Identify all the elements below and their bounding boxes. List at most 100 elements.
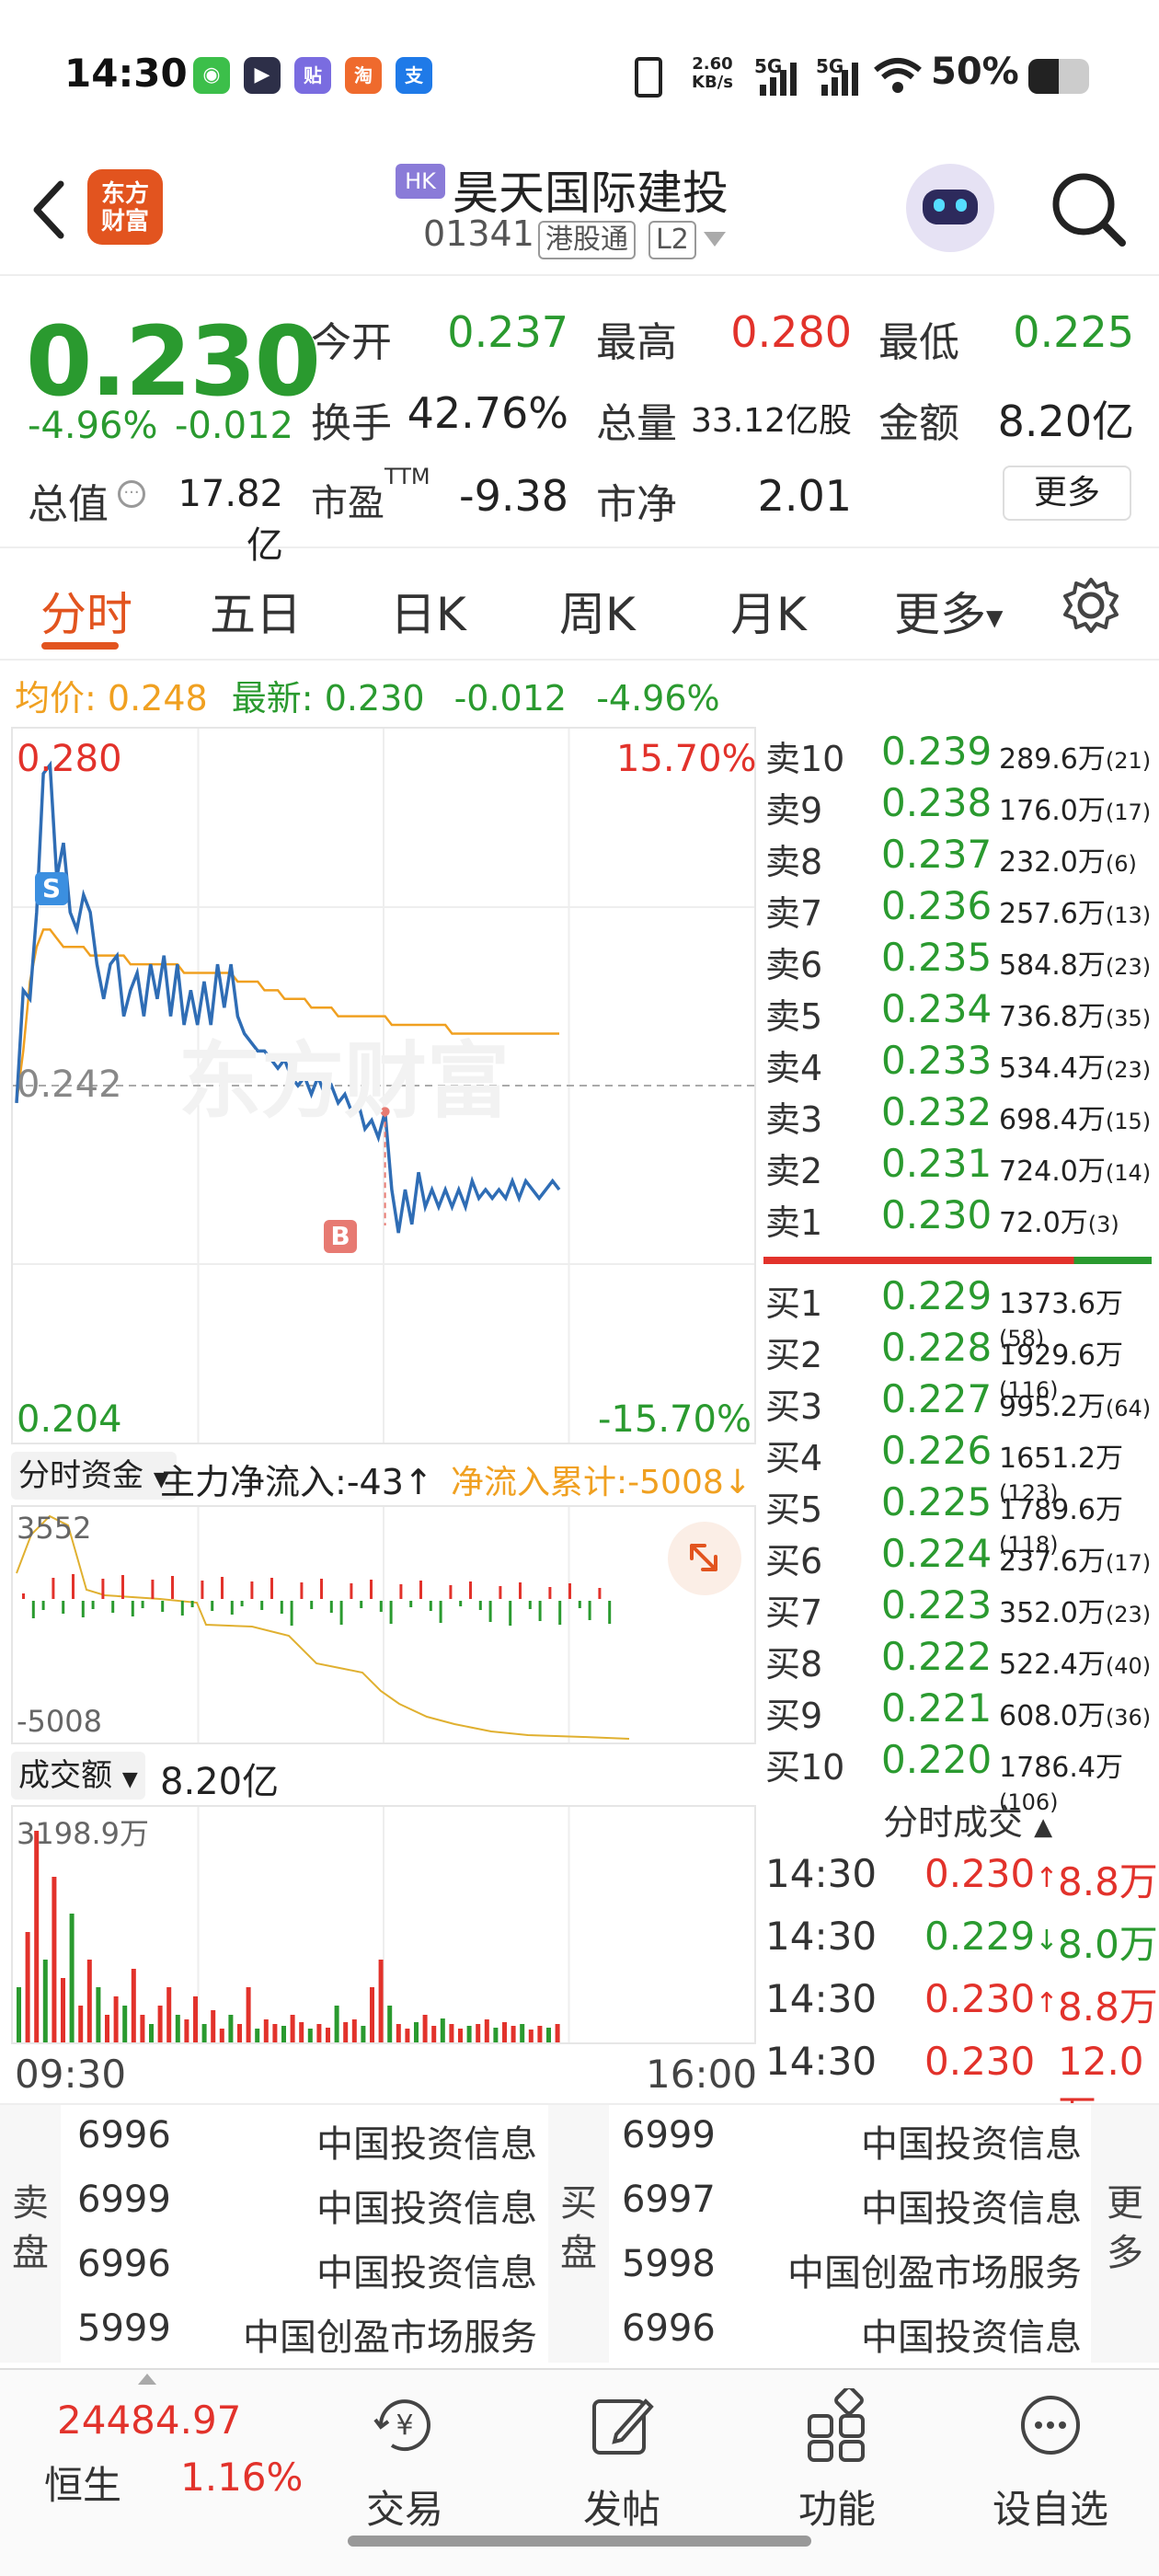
buy-broker-row[interactable]: 6996 中国投资信息	[622, 2298, 1082, 2363]
sell-marker[interactable]: S	[35, 872, 68, 905]
broker-code: 6996	[622, 2307, 716, 2350]
buy-broker-row[interactable]: 6999 中国投资信息	[622, 2105, 1082, 2169]
y-axis-max: 0.280	[17, 738, 122, 780]
trade-ticks-title[interactable]: 分时成交 ▲	[883, 1794, 1052, 1845]
expand-icon[interactable]	[668, 1522, 741, 1595]
tab-weekly-k[interactable]: 周K	[559, 578, 636, 644]
bid-price: 0.223	[881, 1582, 993, 1627]
volume-chart[interactable]: 3198.9万	[11, 1805, 756, 2044]
fund-flow-dropdown[interactable]: 分时资金 ▼	[11, 1452, 177, 1500]
ask-level-label: 卖10	[765, 739, 845, 779]
order-book-bid-row[interactable]: 买3 0.227 995.2万(64)	[763, 1374, 1159, 1427]
index-name: 恒生	[44, 2463, 122, 2508]
order-book-bid-row[interactable]: 买6 0.224 237.6万(17)	[763, 1529, 1159, 1581]
nav-add-watchlist[interactable]: 设自选	[977, 2388, 1124, 2535]
sell-broker-row[interactable]: 6996 中国投资信息	[77, 2234, 537, 2298]
volume-bar	[34, 1831, 40, 2042]
order-book-ask-row[interactable]: 卖10 0.239 289.6万(21)	[763, 727, 1159, 779]
buy-marker[interactable]: B	[324, 1220, 357, 1253]
settings-gear-icon[interactable]	[1060, 574, 1122, 637]
ask-price: 0.239	[881, 729, 993, 774]
bid-volume-value: 1789.6万	[999, 1494, 1123, 1526]
trade-row: 14:300.23012.0万	[763, 2039, 1159, 2137]
sell-broker-row[interactable]: 6996 中国投资信息	[77, 2105, 537, 2169]
sell-broker-row[interactable]: 6999 中国投资信息	[77, 2169, 537, 2234]
order-book-bid-row[interactable]: 买8 0.222 522.4万(40)	[763, 1632, 1159, 1685]
taobao-icon: 淘	[345, 57, 382, 94]
volume-bar	[228, 2015, 234, 2042]
info-icon[interactable]: ···	[118, 480, 145, 508]
index-ticker[interactable]: 24484.97 恒生 1.16%	[37, 2370, 303, 2554]
y-axis-min: 0.204	[17, 1398, 122, 1441]
trade-price-value: 0.229	[924, 1914, 1036, 1959]
order-book-bid-row[interactable]: 买2 0.228 1929.6万(116)	[763, 1323, 1159, 1403]
order-book-ask-row[interactable]: 卖9 0.238 176.0万(17)	[763, 778, 1159, 831]
bid-volume: 522.4万(40)	[999, 1641, 1151, 1682]
tab-monthly-k[interactable]: 月K	[730, 578, 807, 644]
ask-volume-value: 724.0万	[999, 1156, 1106, 1188]
order-book-ask-row[interactable]: 卖1 0.230 72.0万(3)	[763, 1190, 1159, 1243]
bid-order-count: (40)	[1105, 1653, 1152, 1679]
order-book-bid-row[interactable]: 买5 0.225 1789.6万(118)	[763, 1478, 1159, 1558]
period-tabs: 分时 五日 日K 周K 月K 更多▼	[0, 550, 1159, 661]
intraday-chart[interactable]: 东方财富 0.280 15.70% 0.242 0.204 -15.70% S …	[11, 727, 757, 1444]
trade-price-value: 0.230	[924, 2039, 1036, 2084]
buy-broker-row[interactable]: 5998 中国创盈市场服务	[622, 2234, 1082, 2298]
bid-price: 0.227	[881, 1376, 993, 1421]
broker-more-button[interactable]: 更多	[1091, 2105, 1159, 2363]
order-book-bid-row[interactable]: 买9 0.221 608.0万(36)	[763, 1684, 1159, 1736]
order-book-bid-row[interactable]: 买7 0.223 352.0万(23)	[763, 1581, 1159, 1633]
order-book-ask-row[interactable]: 卖6 0.235 584.8万(23)	[763, 933, 1159, 985]
volume-bar	[149, 2024, 154, 2042]
order-book-bid-row[interactable]: 买10 0.220 1786.4万(106)	[763, 1735, 1159, 1815]
fund-flow-bar	[151, 1580, 155, 1599]
sell-broker-row[interactable]: 5999 中国创盈市场服务	[77, 2298, 537, 2363]
nav-post[interactable]: 发帖	[548, 2388, 695, 2535]
back-icon[interactable]	[26, 173, 72, 247]
fund-flow-bar	[141, 1601, 144, 1608]
app-header: 东方 财富 HK 昊天国际建投 01341 港股通 L2	[0, 156, 1159, 276]
quote-more-button[interactable]: 更多	[1003, 466, 1131, 521]
volume-bar	[201, 2024, 207, 2042]
trade-ticks[interactable]: 分时成交 ▲ 14:30 0.230↑ 8.8万 14:30 0.229↓ 8.0万 14:…	[763, 1794, 1159, 2137]
order-book-ask-row[interactable]: 卖3 0.232 698.4万(15)	[763, 1087, 1159, 1140]
search-icon[interactable]	[1047, 167, 1130, 250]
trade-volume: 8.8万	[1058, 1984, 1158, 2030]
home-indicator[interactable]	[348, 2536, 811, 2547]
level-tag[interactable]: L2	[648, 221, 696, 259]
ask-price: 0.235	[881, 935, 993, 980]
buy-broker-row[interactable]: 6997 中国投资信息	[622, 2169, 1082, 2234]
order-book-ask-row[interactable]: 卖8 0.237 232.0万(6)	[763, 830, 1159, 882]
fund-flow-bar	[370, 1580, 373, 1599]
trade-time: 14:30	[765, 2039, 878, 2084]
fund-flow-bar	[52, 1578, 55, 1599]
fund-flow-bar	[190, 1601, 194, 1607]
ask-volume-value: 584.8万	[999, 949, 1106, 982]
high-value: 0.280	[730, 307, 852, 357]
tab-intraday[interactable]: 分时	[40, 578, 132, 644]
volume-header: 成交额 ▼ 8.20亿	[11, 1748, 756, 1803]
order-book-ask-row[interactable]: 卖7 0.236 257.6万(13)	[763, 881, 1159, 934]
tab-five-day[interactable]: 五日	[210, 578, 302, 644]
clock: 14:30	[64, 51, 188, 96]
fund-flow-bar	[270, 1578, 273, 1599]
volume-bar	[96, 1987, 101, 2042]
volume-dropdown[interactable]: 成交额 ▼	[11, 1752, 145, 1800]
order-book-ask-row[interactable]: 卖5 0.234 736.8万(35)	[763, 984, 1159, 1037]
order-book-bid-row[interactable]: 买4 0.226 1651.2万(123)	[763, 1426, 1159, 1506]
level-dropdown-icon[interactable]	[704, 232, 726, 247]
order-book-ask-row[interactable]: 卖4 0.233 534.4万(23)	[763, 1036, 1159, 1088]
tab-daily-k[interactable]: 日K	[390, 578, 466, 644]
trade-row: 14:30 0.229↓ 8.0万	[763, 1914, 1159, 1969]
volume-label: 总量	[596, 400, 677, 447]
tab-more[interactable]: 更多▼	[894, 578, 1003, 644]
nav-functions[interactable]: 功能	[763, 2388, 911, 2535]
ask-level-label: 卖3	[765, 1099, 823, 1140]
assistant-avatar[interactable]	[906, 164, 994, 252]
fund-flow-bar	[180, 1601, 184, 1616]
fund-flow-bar	[290, 1601, 293, 1626]
fund-flow-chart[interactable]: 3552 -5008	[11, 1505, 756, 1744]
nav-trade[interactable]: ¥ 交易	[331, 2388, 478, 2535]
order-book-ask-row[interactable]: 卖2 0.231 724.0万(14)	[763, 1139, 1159, 1191]
order-book-bid-row[interactable]: 买1 0.229 1373.6万(58)	[763, 1271, 1159, 1351]
